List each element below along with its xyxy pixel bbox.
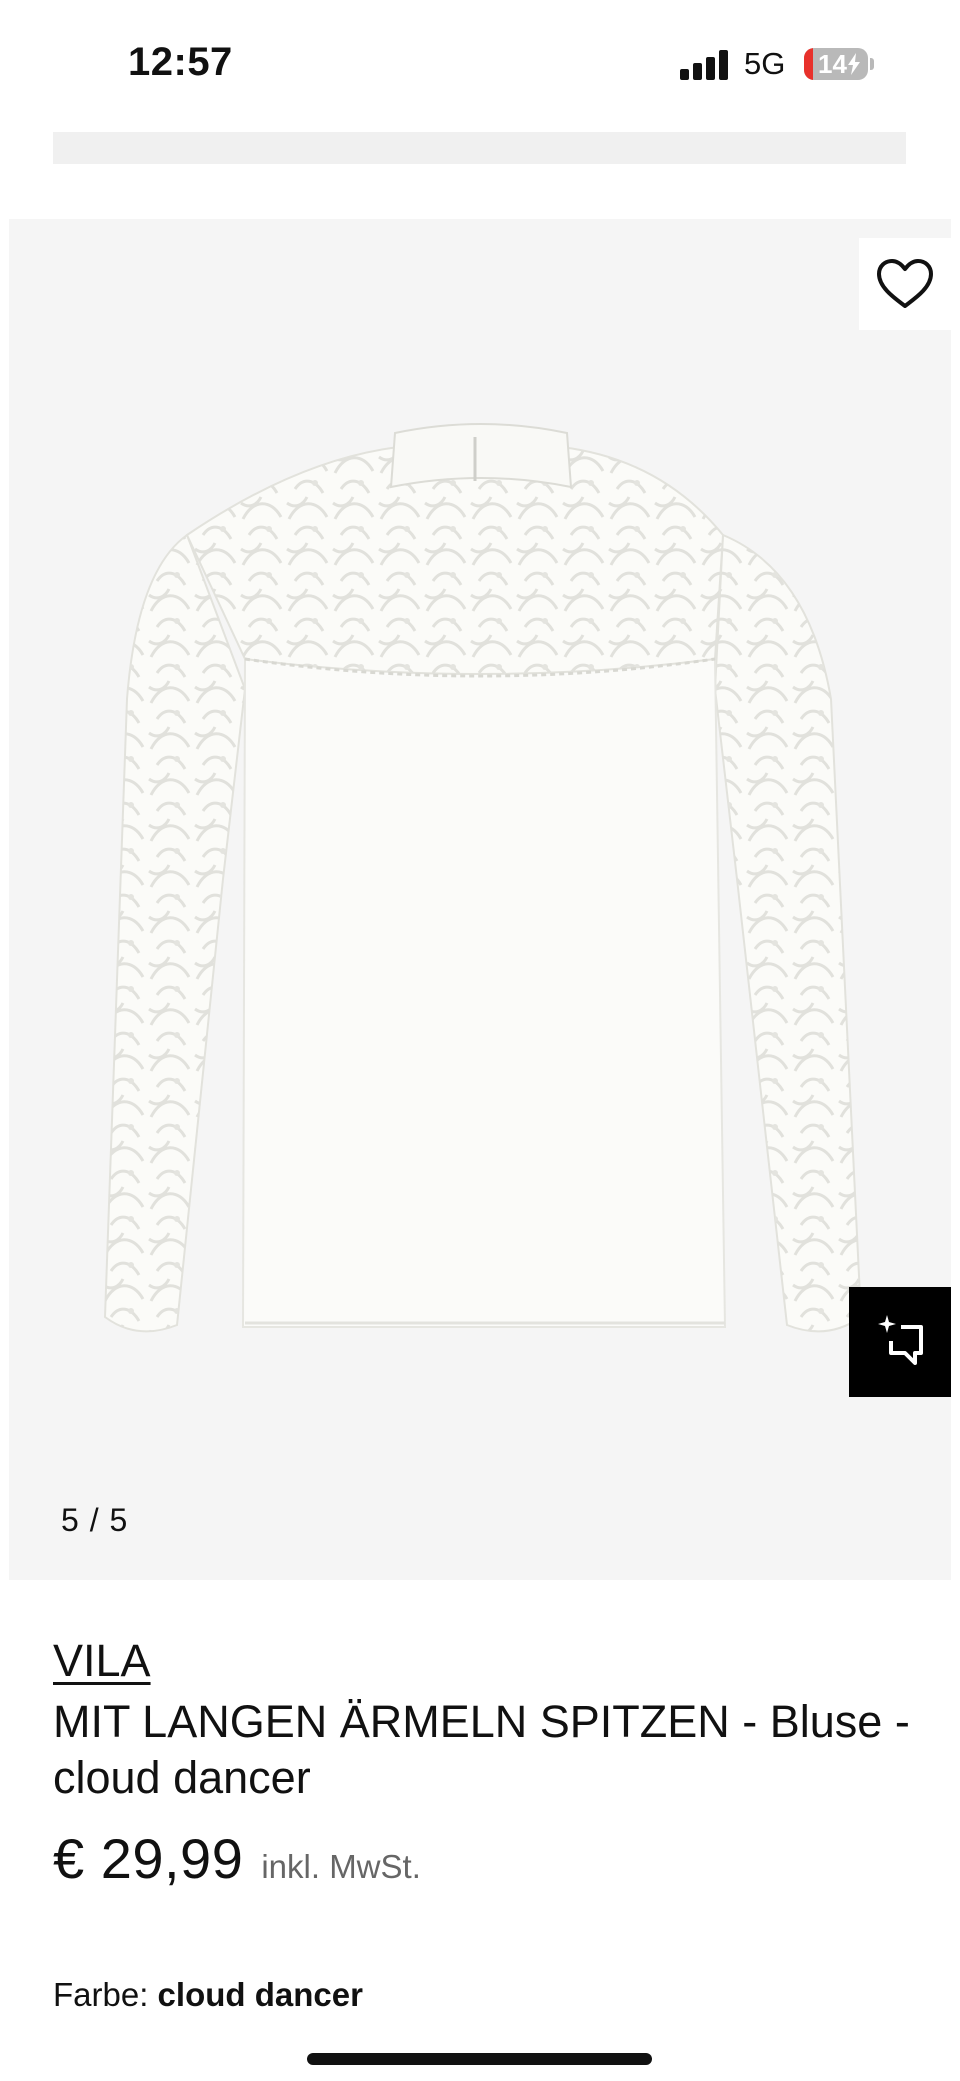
color-value: cloud dancer <box>157 1976 363 2013</box>
status-bar: 12:57 5G 14 <box>0 0 960 130</box>
color-label: Farbe: <box>53 1976 149 2013</box>
battery-percentage: 14 <box>818 49 861 80</box>
battery-icon: 14 <box>804 48 868 80</box>
product-image[interactable] <box>9 219 951 1580</box>
similar-items-button[interactable] <box>849 1287 951 1397</box>
product-price: € 29,99 <box>53 1827 244 1890</box>
similar-items-icon <box>878 1315 923 1365</box>
product-gallery[interactable]: 5 / 5 <box>9 219 951 1580</box>
charging-icon <box>847 53 860 75</box>
home-indicator[interactable] <box>307 2053 652 2065</box>
heart-icon <box>877 259 933 308</box>
network-label: 5G <box>744 46 786 81</box>
search-placeholder <box>53 132 906 164</box>
product-title: MIT LANGEN ÄRMELN SPITZEN - Bluse - clou… <box>53 1696 910 1803</box>
image-counter: 5 / 5 <box>61 1502 129 1538</box>
wishlist-button[interactable] <box>859 238 951 330</box>
price-row: € 29,99 inkl. MwSt. <box>53 1826 421 1891</box>
price-tax-note: inkl. MwSt. <box>261 1848 421 1885</box>
brand-link[interactable]: VILA <box>53 1636 151 1686</box>
battery-cap <box>870 58 874 70</box>
color-info: Farbe: cloud dancer <box>53 1976 363 2014</box>
status-time: 12:57 <box>128 40 233 84</box>
signal-icon <box>680 50 730 80</box>
battery-level <box>804 48 813 80</box>
